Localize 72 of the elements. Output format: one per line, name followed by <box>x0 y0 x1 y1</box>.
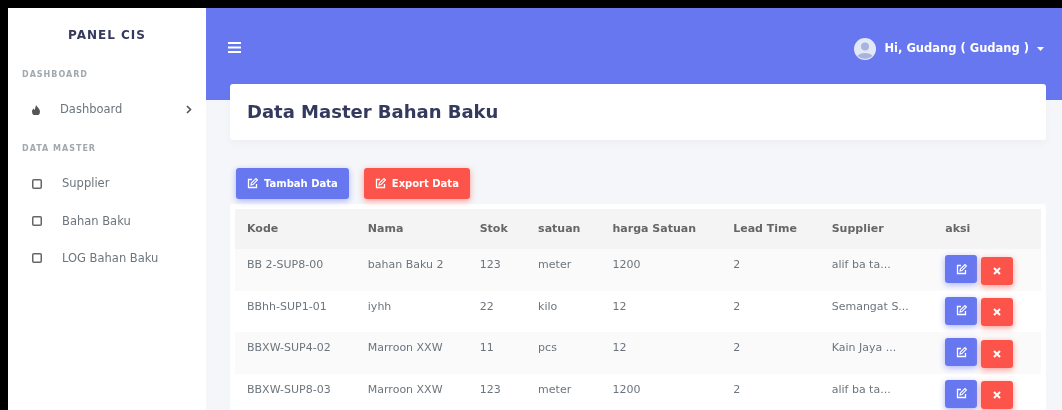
edit-button[interactable] <box>945 338 978 367</box>
table-cell: 11 <box>467 332 527 374</box>
table-cell: 2 <box>721 332 820 374</box>
table-cell: 2 <box>721 290 820 333</box>
section-heading: DATA MASTER <box>21 143 98 156</box>
sidebar-item[interactable]: Bahan Baku <box>62 212 192 230</box>
close-icon <box>993 391 1002 400</box>
table-cell: alif ba ta... <box>819 249 934 291</box>
table-cell: 123 <box>467 249 527 291</box>
close-icon <box>993 349 1002 358</box>
table-cell: 22 <box>467 290 527 333</box>
fire-icon <box>32 104 40 115</box>
table-cell: bahan Baku 2 <box>355 249 468 291</box>
menu-icon[interactable] <box>228 42 241 53</box>
avatar-icon <box>854 38 877 60</box>
table-cell: pcs <box>526 332 601 374</box>
edit-button[interactable] <box>945 379 978 408</box>
user-menu[interactable]: Hi, Gudang ( Gudang ) <box>854 38 1044 60</box>
sidebar-item[interactable]: Supplier <box>62 175 192 193</box>
table-cell: 1200 <box>600 373 722 410</box>
column-header: harga Satuan <box>600 208 722 250</box>
table-cell: 12 <box>600 290 722 333</box>
square-icon <box>32 253 42 264</box>
table-cell: Semangat S... <box>819 290 934 333</box>
table-cell: Marroon XXW <box>355 332 468 374</box>
square-icon <box>32 216 42 227</box>
sidebar-item[interactable]: Dashboard <box>60 101 186 119</box>
caret-icon <box>1037 47 1044 51</box>
edit-icon <box>374 177 386 189</box>
table-cell: BBhh-SUP1-01 <box>235 290 356 333</box>
table-cell: alif ba ta... <box>819 373 934 410</box>
edit-icon <box>955 263 967 275</box>
table-cell: Kain Jaya ... <box>819 332 934 374</box>
delete-button[interactable] <box>981 381 1014 410</box>
table-cell: 1200 <box>600 249 722 291</box>
table-cell: Marroon XXW <box>355 373 468 410</box>
edit-icon <box>247 177 258 189</box>
export-button[interactable]: Export Data <box>363 167 470 199</box>
table-cell: meter <box>526 249 601 291</box>
column-header: Supplier <box>819 208 934 250</box>
page-title: Data Master Bahan Baku <box>247 101 500 123</box>
column-header: Kode <box>235 208 356 250</box>
close-icon <box>993 266 1002 275</box>
column-header: satuan <box>526 208 601 250</box>
brand-title: PANEL CIS <box>67 27 147 44</box>
table-cell: 123 <box>467 373 527 410</box>
add-button[interactable]: Tambah Data <box>236 167 349 199</box>
edit-icon <box>955 305 967 317</box>
column-header: aksi <box>933 208 1041 250</box>
edit-icon <box>955 346 967 358</box>
table-cell: 12 <box>600 332 722 374</box>
delete-button[interactable] <box>981 339 1014 368</box>
edit-button[interactable] <box>945 296 978 325</box>
table-cell: BBXW-SUP4-02 <box>235 332 356 374</box>
sidebar-item[interactable]: LOG Bahan Baku <box>62 249 192 267</box>
delete-button[interactable] <box>981 298 1014 327</box>
section-heading: DASHBOARD <box>21 69 89 81</box>
table-cell: iyhh <box>355 290 468 333</box>
column-header: Lead Time <box>721 208 820 250</box>
edit-button[interactable] <box>945 255 978 284</box>
delete-button[interactable] <box>981 256 1014 285</box>
table-cell: 2 <box>721 373 820 410</box>
table-cell: 2 <box>721 249 820 291</box>
edit-icon <box>955 388 967 400</box>
column-header: Stok <box>467 208 527 250</box>
column-header: Nama <box>355 208 468 250</box>
table-cell: meter <box>526 373 601 410</box>
square-icon <box>32 178 42 189</box>
table-cell: BBXW-SUP8-03 <box>235 373 356 410</box>
table-cell: BB 2-SUP8-00 <box>235 249 356 291</box>
table-cell: kilo <box>526 290 601 333</box>
close-icon <box>993 308 1002 317</box>
